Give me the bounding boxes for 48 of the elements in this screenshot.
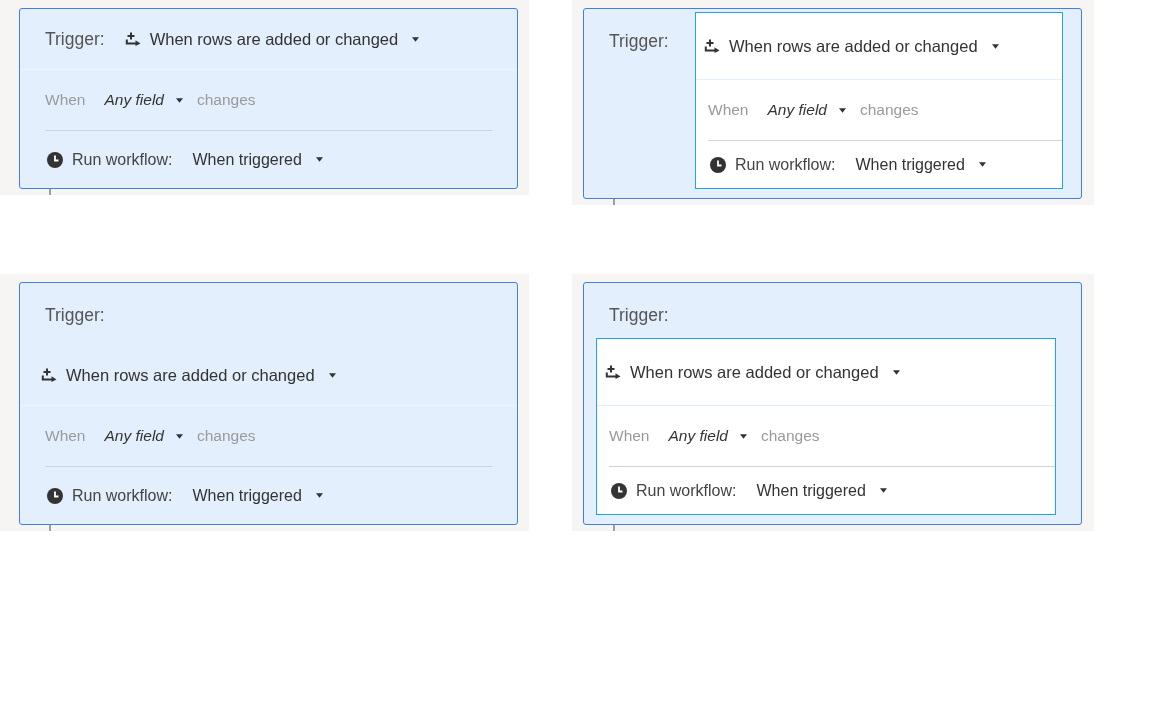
caret-icon bbox=[978, 162, 986, 167]
caret-icon bbox=[328, 372, 336, 378]
trigger-label: Trigger: bbox=[45, 28, 105, 51]
condition-suffix: changes bbox=[859, 100, 919, 121]
schedule-dropdown[interactable]: When triggered bbox=[855, 153, 986, 176]
run-label: Run workflow: bbox=[72, 485, 173, 506]
trigger-dropdown[interactable]: When rows are added or changed bbox=[124, 28, 420, 50]
trigger-dropdown[interactable]: When rows are added or changed bbox=[704, 35, 999, 57]
caret-icon bbox=[412, 36, 420, 42]
clock-icon bbox=[47, 487, 63, 504]
condition-suffix: changes bbox=[196, 90, 256, 111]
plus-tray-icon bbox=[704, 39, 720, 53]
run-label: Run workflow: bbox=[72, 149, 173, 170]
plus-tray-icon bbox=[605, 365, 621, 379]
clock-icon bbox=[710, 156, 726, 173]
trigger-dropdown[interactable]: When rows are added or changed bbox=[41, 364, 336, 386]
condition-suffix: changes bbox=[760, 426, 820, 447]
condition-prefix: When bbox=[45, 90, 86, 111]
caret-icon bbox=[315, 157, 323, 162]
caret-icon bbox=[879, 488, 887, 493]
caret-icon bbox=[175, 97, 183, 103]
condition-prefix: When bbox=[609, 426, 650, 447]
trigger-label: Trigger: bbox=[609, 31, 669, 51]
schedule-dropdown[interactable]: When triggered bbox=[756, 479, 887, 502]
field-dropdown[interactable]: Any field bbox=[104, 89, 183, 111]
field-dropdown[interactable]: Any field bbox=[104, 425, 183, 447]
schedule-dropdown[interactable]: When triggered bbox=[192, 484, 323, 507]
caret-icon bbox=[892, 369, 900, 375]
caret-icon bbox=[739, 433, 747, 439]
caret-icon bbox=[838, 107, 846, 113]
condition-suffix: changes bbox=[196, 426, 256, 447]
plus-tray-icon bbox=[41, 368, 57, 382]
schedule-dropdown[interactable]: When triggered bbox=[192, 148, 323, 171]
caret-icon bbox=[991, 43, 999, 49]
condition-prefix: When bbox=[45, 426, 86, 447]
trigger-dropdown[interactable]: When rows are added or changed bbox=[605, 361, 900, 383]
run-label: Run workflow: bbox=[735, 154, 836, 175]
clock-icon bbox=[611, 482, 627, 499]
plus-tray-icon bbox=[124, 32, 141, 46]
trigger-label: Trigger: bbox=[609, 305, 669, 325]
caret-icon bbox=[175, 433, 183, 439]
trigger-label: Trigger: bbox=[45, 305, 105, 325]
field-dropdown[interactable]: Any field bbox=[668, 425, 747, 447]
clock-icon bbox=[47, 151, 63, 168]
condition-prefix: When bbox=[708, 100, 749, 121]
field-dropdown[interactable]: Any field bbox=[767, 99, 846, 121]
run-label: Run workflow: bbox=[636, 480, 737, 501]
caret-icon bbox=[315, 493, 323, 498]
